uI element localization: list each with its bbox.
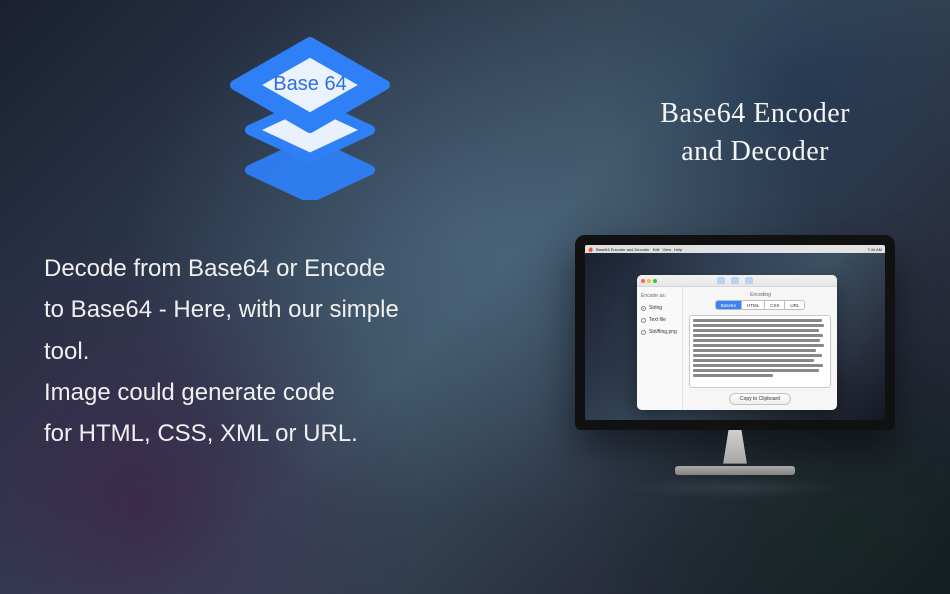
app-window: Encode as: String Text file Stri/fling,p… (637, 275, 837, 410)
segment-option[interactable]: URL (785, 301, 804, 309)
app-sidebar: Encode as: String Text file Stri/fling,p… (637, 287, 683, 410)
sidebar-option-label: Text file (649, 317, 666, 323)
radio-icon (641, 306, 646, 311)
monitor-base (675, 466, 795, 475)
sidebar-option[interactable]: String (641, 305, 678, 311)
toolbar-icon[interactable] (731, 277, 739, 284)
close-icon[interactable] (641, 279, 645, 283)
desc-line: to Base64 - Here, with our simple (44, 289, 504, 330)
toolbar-icon[interactable] (745, 277, 753, 284)
menubar-app-name: Base64 Encoder and Decoder (596, 247, 650, 252)
segment-option[interactable]: CSS (765, 301, 785, 309)
desc-line: for HTML, CSS, XML or URL. (44, 413, 504, 454)
desc-line: Decode from Base64 or Encode (44, 248, 504, 289)
app-main: Encoding Base64 HTML CSS URL (683, 287, 837, 410)
sidebar-option-label: Stri/fling,png (649, 329, 677, 335)
minimize-icon[interactable] (647, 279, 651, 283)
maximize-icon[interactable] (653, 279, 657, 283)
segmented-control[interactable]: Base64 HTML CSS URL (715, 300, 806, 310)
monitor-mockup: 🍎 Base64 Encoder and Decoder Edit View H… (575, 235, 895, 495)
segment-option[interactable]: HTML (742, 301, 765, 309)
menubar-item: Help (674, 247, 682, 252)
segment-option[interactable]: Base64 (716, 301, 742, 309)
menubar-item: Edit (653, 247, 660, 252)
sidebar-option[interactable]: Text file (641, 317, 678, 323)
menubar-item: View (662, 247, 671, 252)
logo-label: Base 64 (273, 73, 346, 95)
sidebar-header: Encode as: (641, 293, 678, 299)
marketing-description: Decode from Base64 or Encode to Base64 -… (44, 248, 504, 454)
title-line-2: and Decoder (660, 133, 850, 171)
radio-icon (641, 318, 646, 323)
desc-line: Image could generate code (44, 372, 504, 413)
monitor-reflection (625, 477, 845, 499)
apple-icon: 🍎 (588, 247, 593, 252)
monitor-screen: 🍎 Base64 Encoder and Decoder Edit View H… (585, 245, 885, 420)
macos-menubar: 🍎 Base64 Encoder and Decoder Edit View H… (585, 245, 885, 253)
radio-icon (641, 330, 646, 335)
traffic-lights (641, 279, 657, 283)
app-title: Base64 Encoder and Decoder (660, 95, 850, 171)
desc-line: tool. (44, 331, 504, 372)
output-textarea[interactable] (689, 315, 831, 388)
app-logo: Base 64 (210, 30, 410, 200)
app-titlebar (637, 275, 837, 287)
toolbar-icons (661, 277, 809, 284)
segment-label: Encoding (689, 292, 831, 298)
sidebar-option-label: String (649, 305, 662, 311)
toolbar-icon[interactable] (717, 277, 725, 284)
copy-to-clipboard-button[interactable]: Copy to Clipboard (729, 393, 791, 405)
sidebar-option[interactable]: Stri/fling,png (641, 329, 678, 335)
monitor-body: 🍎 Base64 Encoder and Decoder Edit View H… (575, 235, 895, 430)
title-line-1: Base64 Encoder (660, 95, 850, 133)
menubar-clock: 7:44 AM (867, 247, 882, 252)
